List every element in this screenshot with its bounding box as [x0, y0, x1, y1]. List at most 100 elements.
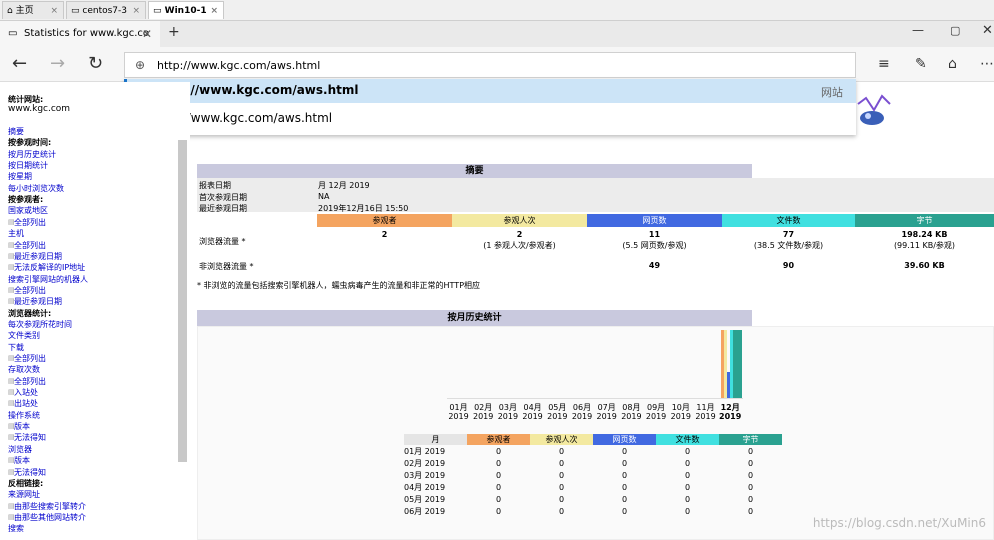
nonbrowser-hits: 90: [782, 261, 795, 270]
address-bar[interactable]: ⊕ http://www.kgc.com/aws.html: [124, 52, 856, 78]
table-cell-month: 06月 2019: [404, 506, 446, 516]
menu-subitem[interactable]: 全部列出: [14, 285, 46, 296]
table-cell-month: 05月 2019: [404, 494, 446, 504]
table-cell-value: 0: [621, 494, 628, 504]
address-input[interactable]: http://www.kgc.com/aws.html: [157, 59, 320, 72]
menu-subitem[interactable]: 由那些搜索引擎转介: [14, 501, 86, 512]
browser-bytes-sub: (99.11 KB/参观): [893, 241, 956, 250]
refresh-icon[interactable]: ↻: [88, 47, 103, 81]
table-cell-value: 0: [495, 446, 502, 456]
menu-subitem[interactable]: 由那些其他网站转介: [14, 512, 86, 523]
col-pages: 网页数: [587, 214, 722, 227]
list-icon: ▤: [8, 399, 15, 408]
browser-traffic-label: 浏览器流量 *: [199, 237, 246, 246]
menu-subitem[interactable]: 无法得知: [14, 467, 46, 478]
restore-icon[interactable]: ▢: [950, 24, 960, 37]
menu-item[interactable]: 按日期统计: [8, 160, 48, 171]
browser-tab[interactable]: ▭ Statistics for www.kgc.co ✕: [0, 21, 160, 47]
suggestion-tag: 网站: [821, 86, 843, 99]
menu-subitem[interactable]: 版本: [14, 421, 30, 432]
table-cell-value: 0: [558, 494, 565, 504]
more-icon[interactable]: ⋯: [980, 47, 994, 81]
vm-tab-centos[interactable]: ▭ centos7-3 ×: [66, 1, 146, 19]
minimize-icon[interactable]: —: [912, 23, 924, 37]
chart-baseline: [447, 398, 743, 399]
vm-icon: ▭: [153, 6, 162, 16]
vm-tab-win10[interactable]: ▭ Win10-1 ×: [148, 1, 224, 19]
menu-item[interactable]: 主机: [8, 228, 24, 239]
menu-subitem[interactable]: 最近参观日期: [14, 251, 62, 262]
vm-tab-home[interactable]: ⌂ 主页 ×: [2, 1, 64, 19]
table-cell-value: 0: [495, 482, 502, 492]
notes-icon[interactable]: ✎: [915, 47, 927, 81]
browser-visitors: 2: [381, 230, 388, 239]
year-label: 2019: [571, 412, 593, 421]
table-cell-month: 02月 2019: [404, 458, 446, 468]
menu-subitem[interactable]: 全部列出: [14, 353, 46, 364]
menu-subitem[interactable]: 入站处: [14, 387, 38, 398]
menu-item[interactable]: 每次参观所花时间: [8, 319, 72, 330]
browser-tab-title: Statistics for www.kgc.co: [24, 28, 150, 39]
close-icon[interactable]: ×: [132, 2, 140, 20]
menu-item[interactable]: 操作系统: [8, 410, 40, 421]
col-visits: 参观人次: [452, 214, 587, 227]
table-cell-value: 0: [621, 506, 628, 516]
menu-item[interactable]: 存取次数: [8, 364, 40, 375]
menu-item[interactable]: 来源网址: [8, 489, 40, 500]
close-icon[interactable]: ×: [50, 2, 58, 20]
suggestion-item-search[interactable]: ⌕ http://www.kgc.com/aws.html: [124, 107, 856, 131]
table-cell-value: 0: [747, 494, 754, 504]
menu-item[interactable]: 每小时浏览次数: [8, 183, 64, 194]
menu-item[interactable]: 摘要: [8, 126, 24, 137]
menu-heading: 反相链接:: [8, 478, 44, 488]
nonbrowser-bytes: 39.60 KB: [904, 261, 945, 270]
year-label: 2019: [621, 412, 642, 421]
forward-icon[interactable]: →: [50, 47, 65, 81]
home-icon: ⌂: [7, 6, 13, 16]
menu-item[interactable]: 国家或地区: [8, 205, 48, 216]
menu-subitem[interactable]: 全部列出: [14, 376, 46, 387]
menu-item[interactable]: 搜索: [8, 523, 24, 534]
monthly-table-header: 月 参观者 参观人次 网页数 文件数 字节: [404, 434, 782, 445]
page-icon: ▭: [8, 28, 18, 39]
table-cell-value: 0: [684, 446, 691, 456]
col-hits: 文件数: [722, 214, 855, 227]
browser-bytes: 198.24 KB: [901, 230, 948, 239]
list-icon: ▤: [8, 240, 15, 249]
table-cell-value: 0: [684, 506, 691, 516]
close-window-icon[interactable]: ✕: [982, 23, 993, 38]
left-frame-scrollbar[interactable]: [178, 140, 187, 462]
menu-item[interactable]: 搜索引擎网站的机器人: [8, 274, 88, 285]
menu-item[interactable]: 下载: [8, 342, 24, 353]
suggestion-item-history[interactable]: ↺ http://www.kgc.com/aws.html 网站: [124, 79, 856, 103]
menu-subitem[interactable]: 版本: [14, 455, 30, 466]
share-icon[interactable]: ⌂: [948, 47, 957, 81]
col-bytes: 字节: [855, 214, 994, 227]
list-icon: ▤: [8, 251, 15, 260]
table-cell-value: 0: [621, 470, 628, 480]
menu-item[interactable]: 浏览器: [8, 444, 32, 455]
menu-subitem[interactable]: 无法反解译的IP地址: [14, 262, 85, 273]
year-label: 2019: [497, 412, 519, 421]
close-tab-icon[interactable]: ✕: [142, 21, 152, 47]
table-cell-value: 0: [684, 470, 691, 480]
close-icon[interactable]: ×: [210, 2, 218, 20]
reading-view-icon[interactable]: ≡: [878, 47, 890, 81]
menu-subitem[interactable]: 全部列出: [14, 240, 46, 251]
year-label: 2019: [473, 412, 494, 421]
new-tab-icon[interactable]: +: [168, 24, 180, 40]
menu-subitem[interactable]: 全部列出: [14, 217, 46, 228]
menu-item[interactable]: 按星期: [8, 171, 32, 182]
table-row: 06月 2019 0 0 0 0 0: [404, 505, 782, 517]
monthly-history-title: 按月历史统计: [197, 310, 752, 326]
browser-pages-sub: (5.5 网页数/参观): [622, 241, 687, 250]
menu-item[interactable]: 文件类别: [8, 330, 40, 341]
year-label: 2019: [670, 412, 691, 421]
th-visits: 参观人次: [530, 434, 593, 445]
th-month: 月: [404, 434, 467, 445]
menu-subitem[interactable]: 出站处: [14, 398, 38, 409]
menu-item[interactable]: 按月历史统计: [8, 149, 56, 160]
back-icon[interactable]: ←: [12, 47, 27, 81]
menu-subitem[interactable]: 无法得知: [14, 432, 46, 443]
menu-subitem[interactable]: 最近参观日期: [14, 296, 62, 307]
